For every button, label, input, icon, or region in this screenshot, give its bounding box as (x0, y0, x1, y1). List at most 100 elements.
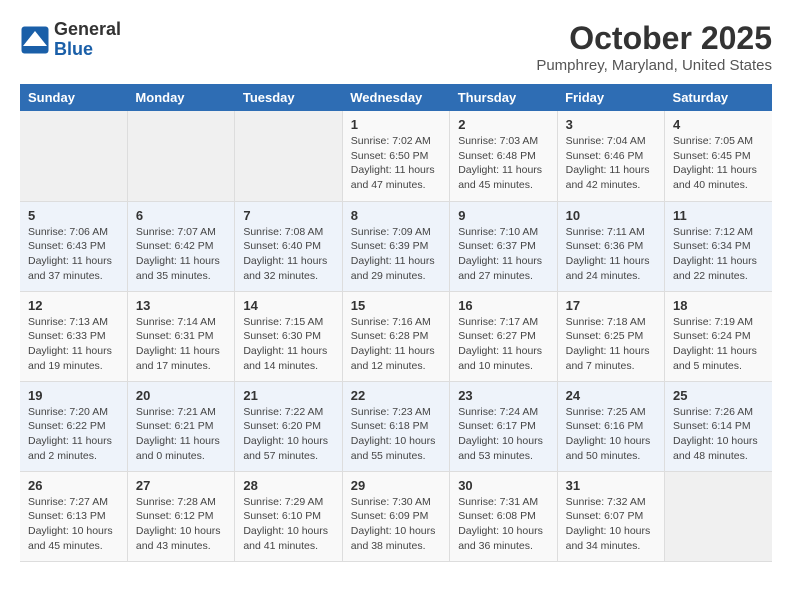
day-info: Sunrise: 7:10 AM Sunset: 6:37 PM Dayligh… (458, 225, 548, 284)
calendar-cell: 1 Sunrise: 7:02 AM Sunset: 6:50 PM Daylig… (342, 111, 449, 201)
day-number: 3 (566, 117, 656, 132)
day-number: 21 (243, 388, 333, 403)
weekday-header: Wednesday (342, 84, 449, 111)
day-info: Sunrise: 7:31 AM Sunset: 6:08 PM Dayligh… (458, 495, 548, 554)
calendar-cell: 22 Sunrise: 7:23 AM Sunset: 6:18 PM Dayli… (342, 381, 449, 471)
calendar-cell: 11 Sunrise: 7:12 AM Sunset: 6:34 PM Dayli… (665, 201, 772, 291)
day-number: 26 (28, 478, 119, 493)
calendar-cell: 29 Sunrise: 7:30 AM Sunset: 6:09 PM Dayli… (342, 471, 449, 561)
logo-blue-text: Blue (54, 40, 121, 60)
day-info: Sunrise: 7:30 AM Sunset: 6:09 PM Dayligh… (351, 495, 441, 554)
day-number: 16 (458, 298, 548, 313)
calendar-header: SundayMondayTuesdayWednesdayThursdayFrid… (20, 84, 772, 111)
calendar-table: SundayMondayTuesdayWednesdayThursdayFrid… (20, 84, 772, 562)
calendar-cell: 14Sunrise: 7:15 AM Sunset: 6:30 PM Dayli… (235, 291, 342, 381)
day-info: Sunrise: 7:20 AM Sunset: 6:22 PM Dayligh… (28, 405, 119, 464)
logo: General Blue (20, 20, 121, 60)
day-info: Sunrise: 7:13 AM Sunset: 6:33 PM Dayligh… (28, 315, 119, 374)
calendar-cell: 13 Sunrise: 7:14 AM Sunset: 6:31 PM Dayli… (127, 291, 234, 381)
day-number: 2 (458, 117, 548, 132)
day-info: Sunrise: 7:25 AM Sunset: 6:16 PM Dayligh… (566, 405, 656, 464)
day-number: 29 (351, 478, 441, 493)
day-number: 5 (28, 208, 119, 223)
calendar-cell: 18 Sunrise: 7:19 AM Sunset: 6:24 PM Dayli… (665, 291, 772, 381)
calendar-week-row: 1 Sunrise: 7:02 AM Sunset: 6:50 PM Daylig… (20, 111, 772, 201)
calendar-cell: 4 Sunrise: 7:05 AM Sunset: 6:45 PM Daylig… (665, 111, 772, 201)
logo-general-text: General (54, 20, 121, 40)
weekday-header: Saturday (665, 84, 772, 111)
day-number: 7 (243, 208, 333, 223)
day-info: Sunrise: 7:09 AM Sunset: 6:39 PM Dayligh… (351, 225, 441, 284)
calendar-cell: 30 Sunrise: 7:31 AM Sunset: 6:08 PM Dayli… (450, 471, 557, 561)
calendar-cell (235, 111, 342, 201)
day-info: Sunrise: 7:26 AM Sunset: 6:14 PM Dayligh… (673, 405, 764, 464)
day-number: 24 (566, 388, 656, 403)
calendar-cell: 20 Sunrise: 7:21 AM Sunset: 6:21 PM Dayli… (127, 381, 234, 471)
day-info: Sunrise: 7:27 AM Sunset: 6:13 PM Dayligh… (28, 495, 119, 554)
day-info: Sunrise: 7:22 AM Sunset: 6:20 PM Dayligh… (243, 405, 333, 464)
day-info: Sunrise: 7:18 AM Sunset: 6:25 PM Dayligh… (566, 315, 656, 374)
day-number: 8 (351, 208, 441, 223)
calendar-cell: 28Sunrise: 7:29 AM Sunset: 6:10 PM Dayli… (235, 471, 342, 561)
calendar-cell: 12 Sunrise: 7:13 AM Sunset: 6:33 PM Dayli… (20, 291, 127, 381)
day-number: 31 (566, 478, 656, 493)
weekday-header: Sunday (20, 84, 127, 111)
calendar-cell: 26 Sunrise: 7:27 AM Sunset: 6:13 PM Dayli… (20, 471, 127, 561)
day-info: Sunrise: 7:17 AM Sunset: 6:27 PM Dayligh… (458, 315, 548, 374)
day-number: 30 (458, 478, 548, 493)
day-info: Sunrise: 7:32 AM Sunset: 6:07 PM Dayligh… (566, 495, 656, 554)
day-info: Sunrise: 7:05 AM Sunset: 6:45 PM Dayligh… (673, 134, 764, 193)
weekday-row: SundayMondayTuesdayWednesdayThursdayFrid… (20, 84, 772, 111)
day-info: Sunrise: 7:06 AM Sunset: 6:43 PM Dayligh… (28, 225, 119, 284)
day-number: 19 (28, 388, 119, 403)
day-info: Sunrise: 7:21 AM Sunset: 6:21 PM Dayligh… (136, 405, 226, 464)
calendar-cell: 27 Sunrise: 7:28 AM Sunset: 6:12 PM Dayli… (127, 471, 234, 561)
day-number: 22 (351, 388, 441, 403)
calendar-cell: 5 Sunrise: 7:06 AM Sunset: 6:43 PM Daylig… (20, 201, 127, 291)
page-header: General Blue October 2025 Pumphrey, Mary… (20, 20, 772, 74)
day-number: 27 (136, 478, 226, 493)
day-number: 20 (136, 388, 226, 403)
calendar-cell: 6Sunrise: 7:07 AM Sunset: 6:42 PM Daylig… (127, 201, 234, 291)
logo-icon (20, 25, 50, 55)
calendar-cell: 15Sunrise: 7:16 AM Sunset: 6:28 PM Dayli… (342, 291, 449, 381)
day-number: 13 (136, 298, 226, 313)
day-info: Sunrise: 7:02 AM Sunset: 6:50 PM Dayligh… (351, 134, 441, 193)
month-year-title: October 2025 (536, 20, 772, 57)
day-number: 12 (28, 298, 119, 313)
calendar-cell: 2 Sunrise: 7:03 AM Sunset: 6:48 PM Daylig… (450, 111, 557, 201)
calendar-cell: 31 Sunrise: 7:32 AM Sunset: 6:07 PM Dayli… (557, 471, 664, 561)
day-info: Sunrise: 7:28 AM Sunset: 6:12 PM Dayligh… (136, 495, 226, 554)
weekday-header: Friday (557, 84, 664, 111)
calendar-cell: 9 Sunrise: 7:10 AM Sunset: 6:37 PM Daylig… (450, 201, 557, 291)
day-number: 10 (566, 208, 656, 223)
weekday-header: Thursday (450, 84, 557, 111)
day-info: Sunrise: 7:24 AM Sunset: 6:17 PM Dayligh… (458, 405, 548, 464)
weekday-header: Monday (127, 84, 234, 111)
day-number: 11 (673, 208, 764, 223)
day-number: 4 (673, 117, 764, 132)
calendar-cell: 25Sunrise: 7:26 AM Sunset: 6:14 PM Dayli… (665, 381, 772, 471)
logo-text: General Blue (54, 20, 121, 60)
calendar-cell: 8 Sunrise: 7:09 AM Sunset: 6:39 PM Daylig… (342, 201, 449, 291)
day-info: Sunrise: 7:19 AM Sunset: 6:24 PM Dayligh… (673, 315, 764, 374)
day-info: Sunrise: 7:07 AM Sunset: 6:42 PM Dayligh… (136, 225, 226, 284)
calendar-cell: 23Sunrise: 7:24 AM Sunset: 6:17 PM Dayli… (450, 381, 557, 471)
day-info: Sunrise: 7:23 AM Sunset: 6:18 PM Dayligh… (351, 405, 441, 464)
day-info: Sunrise: 7:15 AM Sunset: 6:30 PM Dayligh… (243, 315, 333, 374)
day-info: Sunrise: 7:03 AM Sunset: 6:48 PM Dayligh… (458, 134, 548, 193)
calendar-cell: 7 Sunrise: 7:08 AM Sunset: 6:40 PM Daylig… (235, 201, 342, 291)
day-number: 9 (458, 208, 548, 223)
calendar-cell: 3 Sunrise: 7:04 AM Sunset: 6:46 PM Daylig… (557, 111, 664, 201)
day-info: Sunrise: 7:04 AM Sunset: 6:46 PM Dayligh… (566, 134, 656, 193)
day-number: 1 (351, 117, 441, 132)
day-info: Sunrise: 7:16 AM Sunset: 6:28 PM Dayligh… (351, 315, 441, 374)
day-info: Sunrise: 7:14 AM Sunset: 6:31 PM Dayligh… (136, 315, 226, 374)
day-info: Sunrise: 7:08 AM Sunset: 6:40 PM Dayligh… (243, 225, 333, 284)
calendar-cell: 10Sunrise: 7:11 AM Sunset: 6:36 PM Dayli… (557, 201, 664, 291)
day-number: 18 (673, 298, 764, 313)
day-info: Sunrise: 7:12 AM Sunset: 6:34 PM Dayligh… (673, 225, 764, 284)
title-block: October 2025 Pumphrey, Maryland, United … (536, 20, 772, 74)
calendar-week-row: 5 Sunrise: 7:06 AM Sunset: 6:43 PM Daylig… (20, 201, 772, 291)
calendar-cell: 24 Sunrise: 7:25 AM Sunset: 6:16 PM Dayli… (557, 381, 664, 471)
